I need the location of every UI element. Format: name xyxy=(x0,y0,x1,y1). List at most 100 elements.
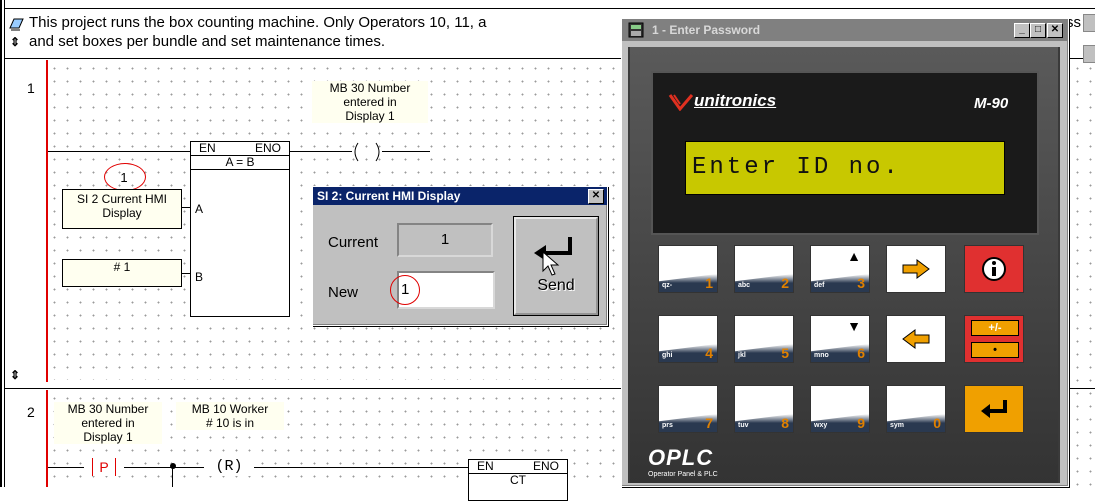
key-label: def xyxy=(814,282,825,289)
en-label: EN xyxy=(199,141,216,155)
coil-icon[interactable] xyxy=(350,141,384,163)
password-window: 1 - Enter Password _ □ ✕ unitronics M-90… xyxy=(621,18,1069,487)
info-key[interactable] xyxy=(964,245,1024,293)
minimize-icon[interactable]: _ xyxy=(1014,23,1030,38)
rung-number: 1 xyxy=(27,80,35,96)
eno-label: ENO xyxy=(254,141,281,155)
project-comment-line2: and set boxes per bundle and set mainten… xyxy=(29,33,386,50)
plc-device: unitronics M-90 Enter ID no. qz- 1 abc 2 d… xyxy=(628,47,1060,483)
right-arrow-key[interactable] xyxy=(886,245,946,293)
wire xyxy=(172,467,173,487)
dialog-titlebar[interactable]: SI 2: Current HMI Display ✕ xyxy=(313,187,607,205)
window-titlebar[interactable]: 1 - Enter Password _ □ ✕ xyxy=(622,19,1068,41)
key-0[interactable]: sym 0 xyxy=(886,385,946,433)
right-arrow-icon xyxy=(902,259,930,279)
up-arrow-icon: ▲ xyxy=(847,248,861,264)
close-icon[interactable]: ✕ xyxy=(588,189,604,204)
window-title: 1 - Enter Password xyxy=(652,23,761,37)
lcd-display: Enter ID no. xyxy=(685,141,1005,195)
wire xyxy=(290,151,352,152)
key-6[interactable]: mno 6 ▼ xyxy=(810,315,870,363)
wire xyxy=(182,273,190,274)
new-label: New xyxy=(328,284,359,301)
operand-a-value: 1 xyxy=(120,170,128,185)
compare-function-block[interactable]: EN ENO A = B A B xyxy=(190,141,290,317)
plus-minus-dot-key[interactable]: +/- • xyxy=(964,315,1024,363)
highlight-circle xyxy=(390,275,420,305)
key-number: 5 xyxy=(781,345,789,361)
editor-border xyxy=(0,0,2,487)
reset-coil[interactable]: (R) xyxy=(204,458,254,476)
maximize-icon[interactable]: □ xyxy=(1030,23,1046,38)
key-label: sym xyxy=(890,422,905,429)
enter-arrow-icon xyxy=(981,400,1007,418)
wire xyxy=(182,207,190,208)
net-comment-icon[interactable] xyxy=(8,16,24,32)
project-comment-line1: This project runs the box counting machi… xyxy=(29,14,487,31)
key-label: prs xyxy=(662,422,673,429)
comment-line: entered in xyxy=(81,416,135,430)
key-8[interactable]: tuv 8 xyxy=(734,385,794,433)
scroll-down-button[interactable] xyxy=(1083,45,1095,63)
key-7[interactable]: prs 7 xyxy=(658,385,718,433)
key-number: 4 xyxy=(705,345,713,361)
comment-line: Display 1 xyxy=(345,109,395,123)
plus-minus-label: +/- xyxy=(971,320,1019,336)
key-5[interactable]: jkl 5 xyxy=(734,315,794,363)
positive-transition-contact[interactable]: P xyxy=(84,458,124,476)
key-4[interactable]: ghi 4 xyxy=(658,315,718,363)
send-button[interactable]: Send xyxy=(513,216,599,316)
enter-key[interactable] xyxy=(964,385,1024,433)
key-2[interactable]: abc 2 xyxy=(734,245,794,293)
comment-line: MB 30 Number xyxy=(67,402,149,416)
key-number: 3 xyxy=(857,275,865,291)
input-b-label: B xyxy=(195,270,204,284)
key-number: 8 xyxy=(781,415,789,431)
hmi-display-dialog: SI 2: Current HMI Display ✕ Current 1 Ne… xyxy=(312,186,608,326)
key-label: wxy xyxy=(814,422,828,429)
down-arrow-icon: ▼ xyxy=(847,318,861,334)
oplc-subtitle: Operator Panel & PLC xyxy=(648,471,718,478)
lcd-text: Enter ID no. xyxy=(692,154,901,181)
operand-line: # 1 xyxy=(113,260,131,274)
wire xyxy=(48,151,190,152)
send-label: Send xyxy=(537,277,575,294)
key-1[interactable]: qz- 1 xyxy=(658,245,718,293)
key-number: 1 xyxy=(705,275,713,291)
left-arrow-icon xyxy=(902,329,930,349)
dot-label: • xyxy=(971,342,1019,358)
oplc-logo: OPLC xyxy=(648,445,714,470)
rung-number: 2 xyxy=(27,404,35,420)
comment-line: # 10 is in xyxy=(205,416,255,430)
en-label: EN xyxy=(477,459,494,473)
key-number: 7 xyxy=(705,415,713,431)
current-label: Current xyxy=(328,234,379,251)
close-icon[interactable]: ✕ xyxy=(1047,23,1063,38)
counter-function-block[interactable]: EN ENO CT xyxy=(468,459,568,501)
key-number: 0 xyxy=(933,415,941,431)
key-number: 2 xyxy=(781,275,789,291)
operand-b-box[interactable]: # 1 xyxy=(62,259,182,287)
editor-border xyxy=(4,0,5,487)
coil-label: R xyxy=(224,458,234,475)
coil-comment: MB 10 Worker # 10 is in xyxy=(176,402,284,430)
resize-arrow-icon[interactable]: ⇕ xyxy=(10,36,20,48)
key-label: ghi xyxy=(662,352,673,359)
left-arrow-key[interactable] xyxy=(886,315,946,363)
comment-line: entered in xyxy=(343,95,397,109)
operand-a-box[interactable]: SI 2 Current HMI Display xyxy=(62,189,182,229)
operand-line: Display xyxy=(102,206,142,220)
scroll-up-button[interactable] xyxy=(1083,14,1095,32)
dialog-title: SI 2: Current HMI Display xyxy=(317,189,461,203)
eno-label: ENO xyxy=(532,459,559,473)
app-icon xyxy=(628,22,644,38)
key-3[interactable]: def 3 ▲ xyxy=(810,245,870,293)
brand-name: unitronics xyxy=(694,91,777,110)
operand-line: SI 2 Current HMI xyxy=(76,192,168,206)
power-rail xyxy=(46,390,48,487)
junction-dot xyxy=(170,463,176,469)
resize-arrow-icon[interactable]: ⇕ xyxy=(10,368,20,382)
key-label: mno xyxy=(814,352,829,359)
comment-line: MB 10 Worker xyxy=(191,402,269,416)
key-9[interactable]: wxy 9 xyxy=(810,385,870,433)
